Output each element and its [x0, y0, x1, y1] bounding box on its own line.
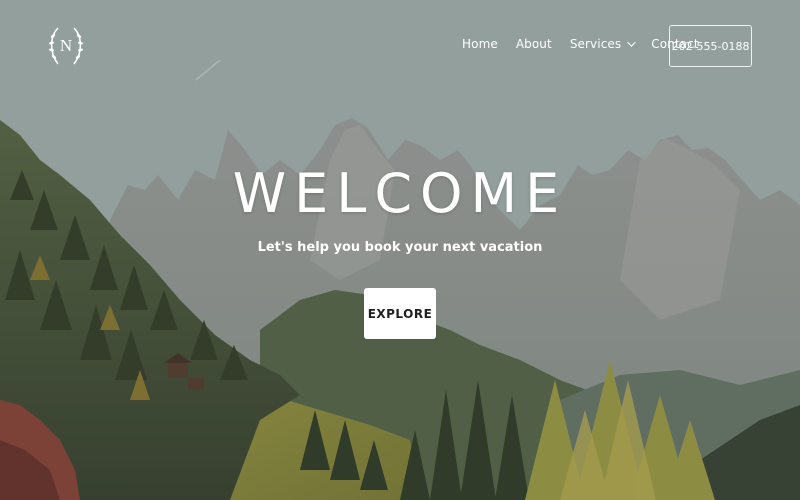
explore-button-label: EXPLORE [367, 306, 433, 321]
nav-about-label: About [515, 37, 552, 51]
hero-title: WELCOME [232, 162, 568, 225]
logo[interactable]: N [46, 22, 86, 70]
nav-services[interactable]: Services [569, 37, 636, 51]
hero-subtitle: Let's help you book your next vacation [257, 240, 543, 255]
nav-about[interactable]: About [516, 37, 552, 51]
logo-letter: N [60, 36, 72, 55]
hero-section: N Home About Services Contact 202-555-01… [0, 0, 800, 500]
phone-button[interactable]: 202-555-0188 [669, 25, 752, 67]
nav-home-label: Home [462, 37, 498, 51]
nav-home[interactable]: Home [462, 37, 498, 51]
phone-number: 202-555-0188 [671, 39, 750, 53]
laurel-wreath-icon: N [49, 27, 83, 65]
explore-button[interactable]: EXPLORE [364, 288, 436, 339]
nav-services-label: Services [569, 37, 622, 51]
chevron-down-icon [627, 38, 636, 47]
